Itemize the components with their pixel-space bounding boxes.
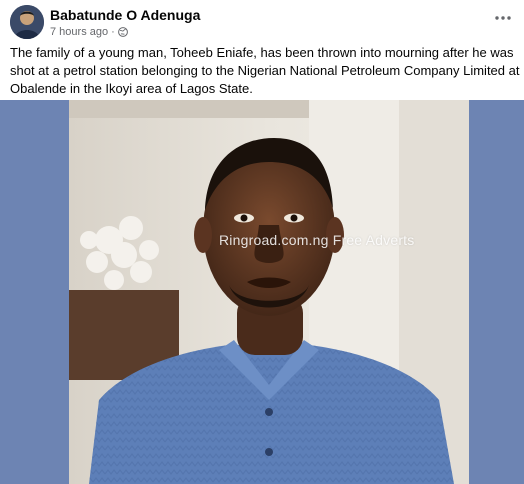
more-options-icon[interactable] — [492, 7, 514, 29]
post-photo[interactable]: Ringroad.com.ng Free Adverts — [69, 100, 469, 484]
author-name[interactable]: Babatunde O Adenuga — [50, 7, 200, 23]
post-media[interactable]: Ringroad.com.ng Free Adverts — [0, 100, 524, 484]
post-header: Babatunde O Adenuga 7 hours ago · — [10, 5, 514, 41]
post-meta: 7 hours ago · — [50, 26, 128, 38]
post-timestamp[interactable]: 7 hours ago — [50, 26, 108, 38]
globe-icon — [117, 27, 128, 37]
meta-separator: · — [111, 26, 115, 38]
author-avatar[interactable] — [10, 5, 44, 39]
photo-watermark: Ringroad.com.ng Free Adverts — [219, 232, 415, 248]
facebook-post: Babatunde O Adenuga 7 hours ago · The fa… — [0, 0, 524, 484]
post-caption: The family of a young man, Toheeb Eniafe… — [10, 45, 520, 96]
